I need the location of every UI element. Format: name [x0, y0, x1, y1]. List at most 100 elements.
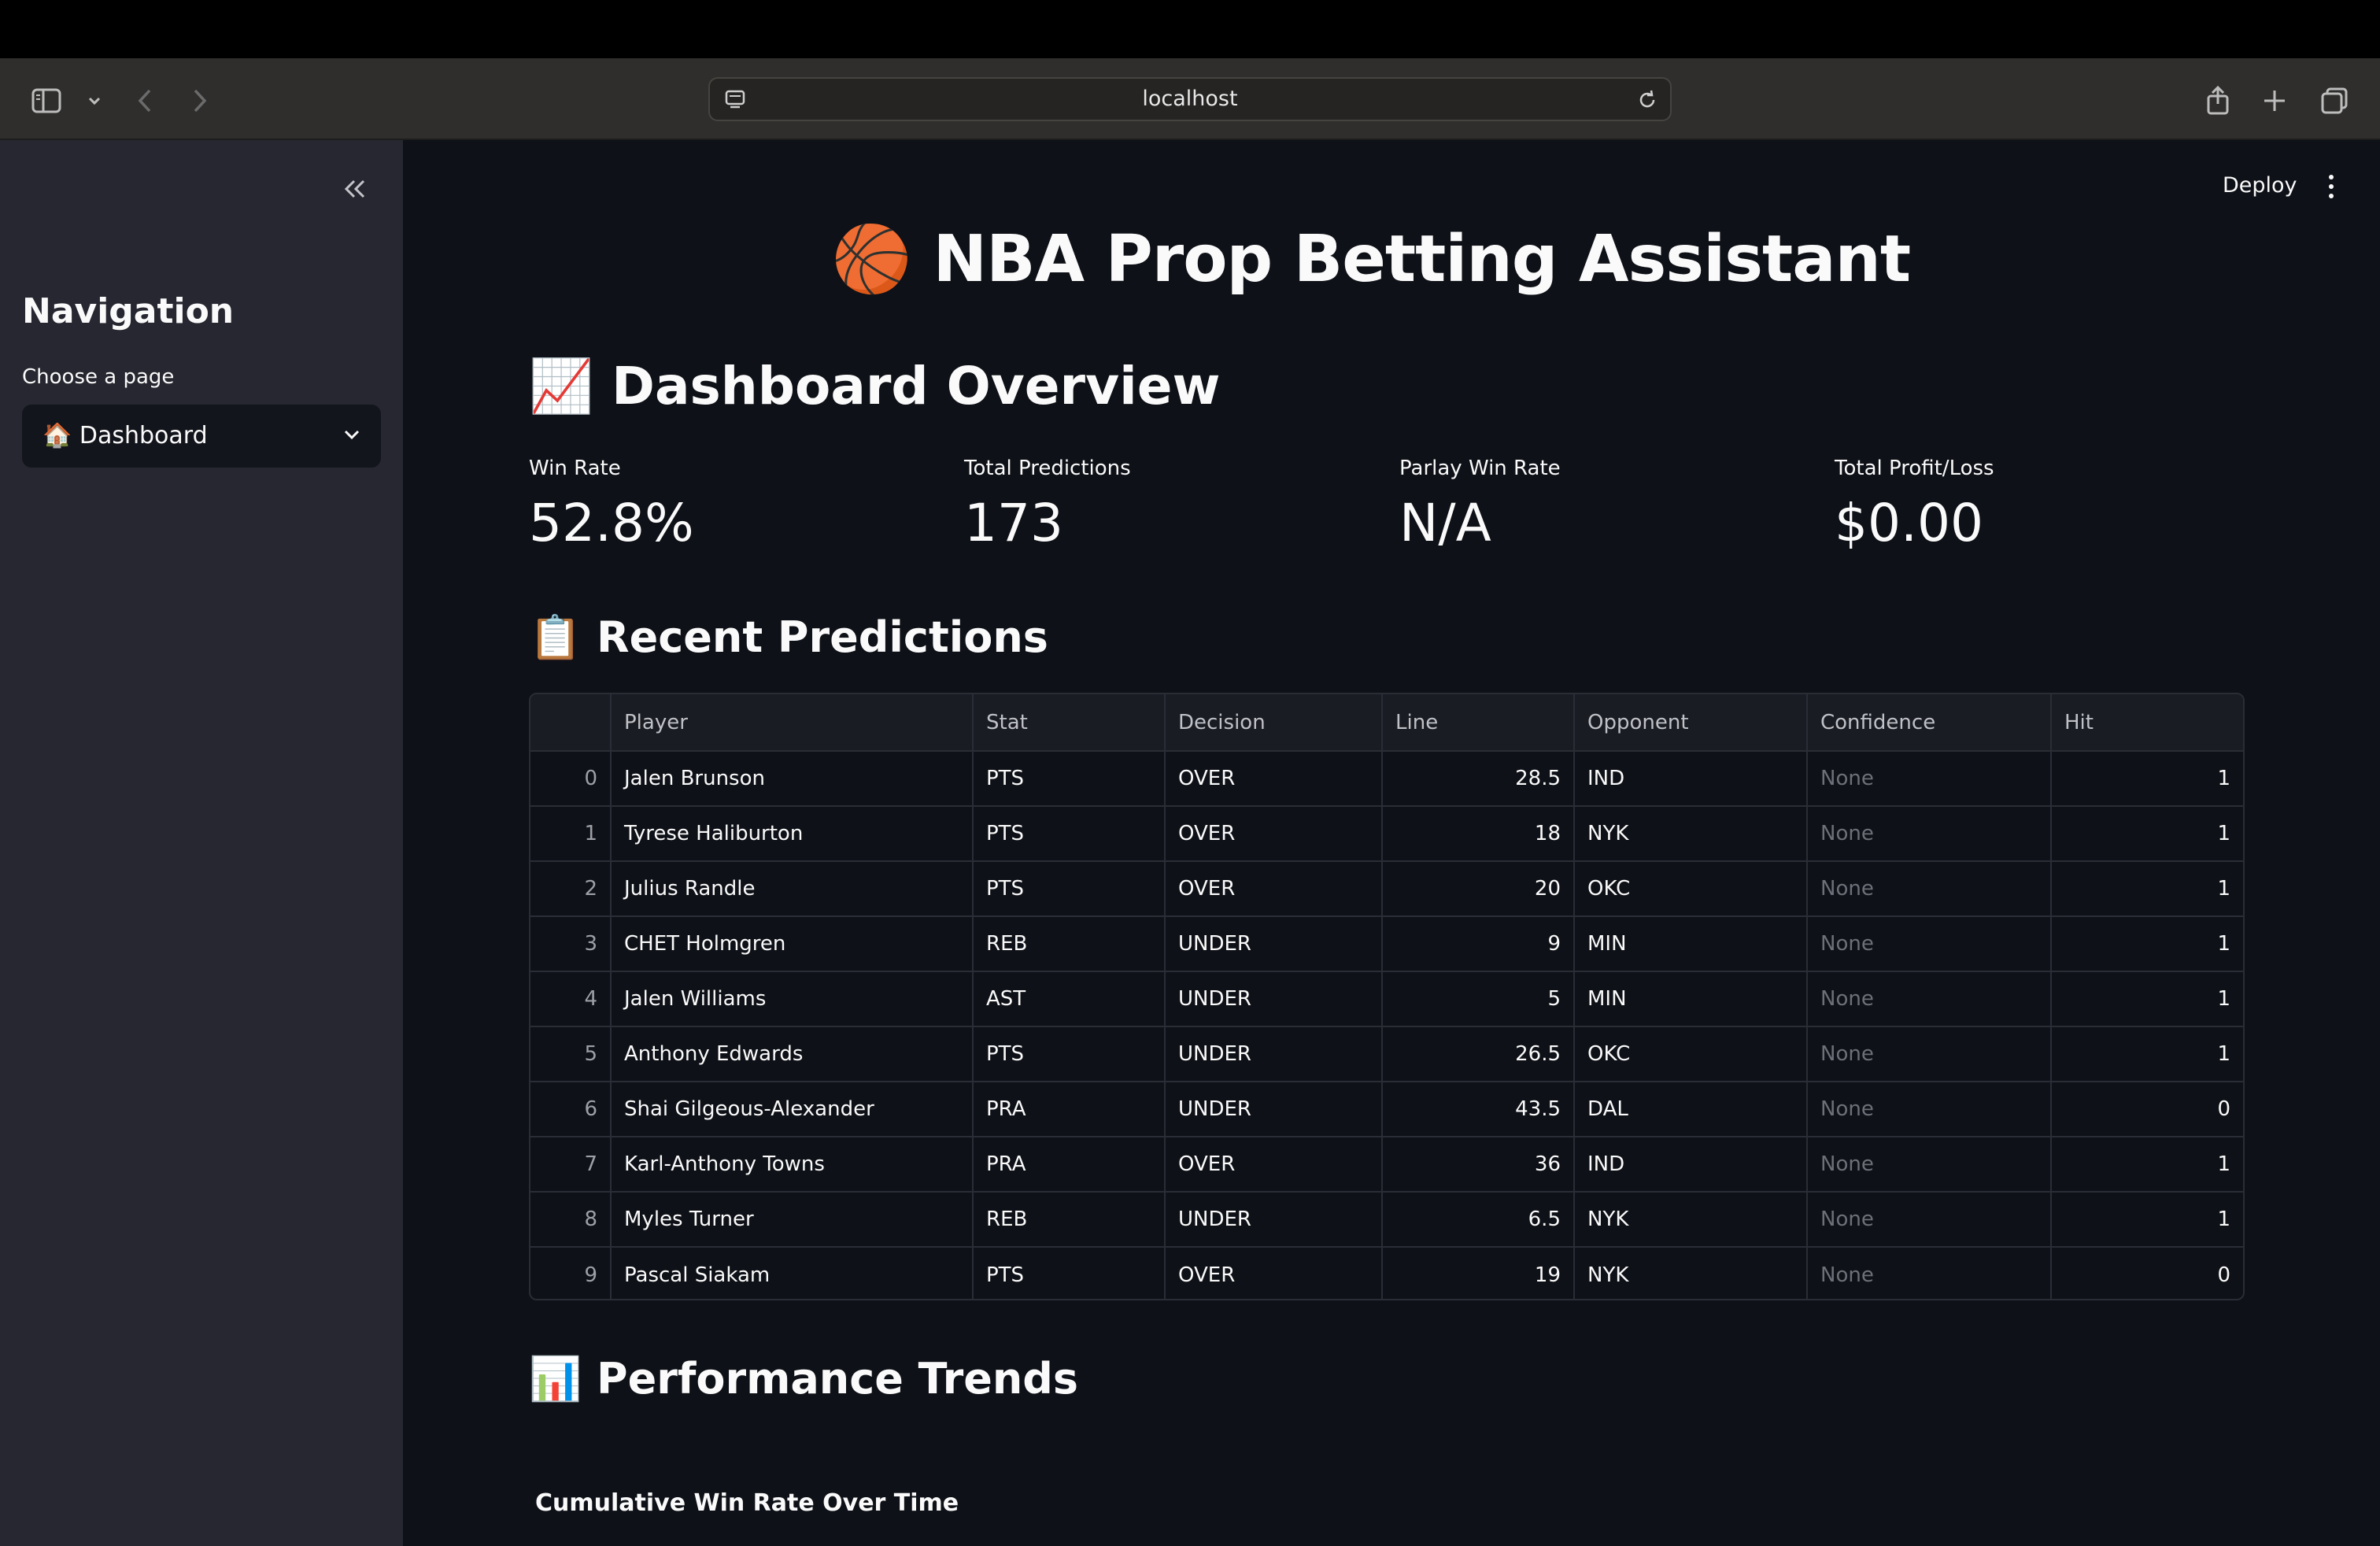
cell-line[interactable]: 26.5: [1382, 1026, 1575, 1082]
cell-player[interactable]: Jalen Williams: [611, 971, 974, 1027]
cell-decision[interactable]: OVER: [1165, 1247, 1383, 1299]
cell-decision[interactable]: OVER: [1165, 806, 1383, 862]
cell-opponent[interactable]: IND: [1574, 751, 1808, 807]
cell-decision[interactable]: OVER: [1165, 1137, 1383, 1193]
reload-icon[interactable]: [1635, 88, 1659, 115]
predictions-table[interactable]: Player Stat Decision Line Opponent Confi…: [529, 693, 2245, 1300]
cell-opponent[interactable]: OKC: [1574, 861, 1808, 917]
cell-opponent[interactable]: NYK: [1574, 1192, 1808, 1248]
table-row[interactable]: 1 Tyrese Haliburton PTS OVER 18 NYK None 1: [530, 806, 2243, 862]
table-row[interactable]: 0 Jalen Brunson PTS OVER 28.5 IND None 1: [530, 751, 2243, 807]
cell-hit[interactable]: 1: [2051, 1192, 2243, 1248]
cell-index[interactable]: 1: [530, 806, 612, 862]
cell-confidence[interactable]: None: [1807, 1137, 2052, 1193]
cell-hit[interactable]: 1: [2051, 1026, 2243, 1082]
cell-decision[interactable]: UNDER: [1165, 971, 1383, 1027]
cell-index[interactable]: 6: [530, 1082, 612, 1137]
cell-player[interactable]: Karl-Anthony Towns: [611, 1137, 974, 1193]
collapse-sidebar-icon[interactable]: [338, 172, 373, 206]
table-row[interactable]: 4 Jalen Williams AST UNDER 5 MIN None 1: [530, 971, 2243, 1027]
cell-opponent[interactable]: DAL: [1574, 1082, 1808, 1137]
page-select[interactable]: 🏠 Dashboard: [22, 405, 381, 468]
cell-hit[interactable]: 1: [2051, 751, 2243, 807]
cell-hit[interactable]: 0: [2051, 1082, 2243, 1137]
cell-confidence[interactable]: None: [1807, 861, 2052, 917]
cell-hit[interactable]: 0: [2051, 1247, 2243, 1299]
cell-player[interactable]: Tyrese Haliburton: [611, 806, 974, 862]
cell-stat[interactable]: PTS: [973, 1026, 1166, 1082]
cell-index[interactable]: 0: [530, 751, 612, 807]
column-header-decision[interactable]: Decision: [1165, 694, 1383, 752]
cell-opponent[interactable]: NYK: [1574, 1247, 1808, 1299]
main-menu-icon[interactable]: [2323, 173, 2339, 200]
cell-player[interactable]: Julius Randle: [611, 861, 974, 917]
sidebar-toggle-icon[interactable]: [28, 82, 66, 120]
cell-index[interactable]: 5: [530, 1026, 612, 1082]
column-header-opponent[interactable]: Opponent: [1574, 694, 1808, 752]
cell-stat[interactable]: PTS: [973, 861, 1166, 917]
cell-line[interactable]: 5: [1382, 971, 1575, 1027]
tab-overview-icon[interactable]: [2315, 82, 2353, 120]
cell-player[interactable]: Shai Gilgeous-Alexander: [611, 1082, 974, 1137]
cell-hit[interactable]: 1: [2051, 1137, 2243, 1193]
cell-line[interactable]: 19: [1382, 1247, 1575, 1299]
cell-stat[interactable]: REB: [973, 916, 1166, 972]
cell-confidence[interactable]: None: [1807, 1082, 2052, 1137]
address-bar[interactable]: localhost: [708, 77, 1672, 121]
cell-index[interactable]: 7: [530, 1137, 612, 1193]
cell-line[interactable]: 43.5: [1382, 1082, 1575, 1137]
cell-line[interactable]: 28.5: [1382, 751, 1575, 807]
table-row[interactable]: 2 Julius Randle PTS OVER 20 OKC None 1: [530, 861, 2243, 917]
cell-index[interactable]: 4: [530, 971, 612, 1027]
column-header-confidence[interactable]: Confidence: [1807, 694, 2052, 752]
cell-opponent[interactable]: OKC: [1574, 1026, 1808, 1082]
cell-stat[interactable]: PTS: [973, 751, 1166, 807]
column-header-line[interactable]: Line: [1382, 694, 1575, 752]
table-row[interactable]: 7 Karl-Anthony Towns PRA OVER 36 IND None 1: [530, 1137, 2243, 1193]
cell-decision[interactable]: OVER: [1165, 751, 1383, 807]
cell-index[interactable]: 3: [530, 916, 612, 972]
column-header-hit[interactable]: Hit: [2051, 694, 2243, 752]
cell-stat[interactable]: PTS: [973, 1247, 1166, 1299]
cell-index[interactable]: 8: [530, 1192, 612, 1248]
cell-hit[interactable]: 1: [2051, 806, 2243, 862]
cell-line[interactable]: 20: [1382, 861, 1575, 917]
cell-decision[interactable]: UNDER: [1165, 916, 1383, 972]
cell-line[interactable]: 18: [1382, 806, 1575, 862]
share-icon[interactable]: [2199, 82, 2237, 120]
table-row[interactable]: 9 Pascal Siakam PTS OVER 19 NYK None 0: [530, 1247, 2243, 1299]
cell-player[interactable]: Jalen Brunson: [611, 751, 974, 807]
table-row[interactable]: 5 Anthony Edwards PTS UNDER 26.5 OKC None 1: [530, 1026, 2243, 1082]
cell-decision[interactable]: UNDER: [1165, 1082, 1383, 1137]
cell-stat[interactable]: PRA: [973, 1137, 1166, 1193]
cell-hit[interactable]: 1: [2051, 861, 2243, 917]
cell-player[interactable]: Pascal Siakam: [611, 1247, 974, 1299]
cell-line[interactable]: 9: [1382, 916, 1575, 972]
cell-line[interactable]: 36: [1382, 1137, 1575, 1193]
forward-icon[interactable]: [181, 82, 219, 120]
cell-confidence[interactable]: None: [1807, 1026, 2052, 1082]
chevron-down-icon[interactable]: [76, 82, 113, 120]
cell-opponent[interactable]: MIN: [1574, 971, 1808, 1027]
table-row[interactable]: 3 CHET Holmgren REB UNDER 9 MIN None 1: [530, 916, 2243, 972]
cell-confidence[interactable]: None: [1807, 751, 2052, 807]
cell-confidence[interactable]: None: [1807, 1247, 2052, 1299]
deploy-button[interactable]: Deploy: [2223, 173, 2297, 198]
cell-confidence[interactable]: None: [1807, 1192, 2052, 1248]
cell-decision[interactable]: UNDER: [1165, 1026, 1383, 1082]
cell-opponent[interactable]: IND: [1574, 1137, 1808, 1193]
cell-confidence[interactable]: None: [1807, 971, 2052, 1027]
column-header-player[interactable]: Player: [611, 694, 974, 752]
cell-decision[interactable]: UNDER: [1165, 1192, 1383, 1248]
column-header-index[interactable]: [530, 694, 612, 752]
cell-stat[interactable]: REB: [973, 1192, 1166, 1248]
cell-confidence[interactable]: None: [1807, 916, 2052, 972]
cell-line[interactable]: 6.5: [1382, 1192, 1575, 1248]
cell-stat[interactable]: PTS: [973, 806, 1166, 862]
table-row[interactable]: 6 Shai Gilgeous-Alexander PRA UNDER 43.5 DAL N…: [530, 1082, 2243, 1137]
cell-confidence[interactable]: None: [1807, 806, 2052, 862]
cell-hit[interactable]: 1: [2051, 916, 2243, 972]
column-header-stat[interactable]: Stat: [973, 694, 1166, 752]
table-row[interactable]: 8 Myles Turner REB UNDER 6.5 NYK None 1: [530, 1192, 2243, 1248]
back-icon[interactable]: [126, 82, 164, 120]
